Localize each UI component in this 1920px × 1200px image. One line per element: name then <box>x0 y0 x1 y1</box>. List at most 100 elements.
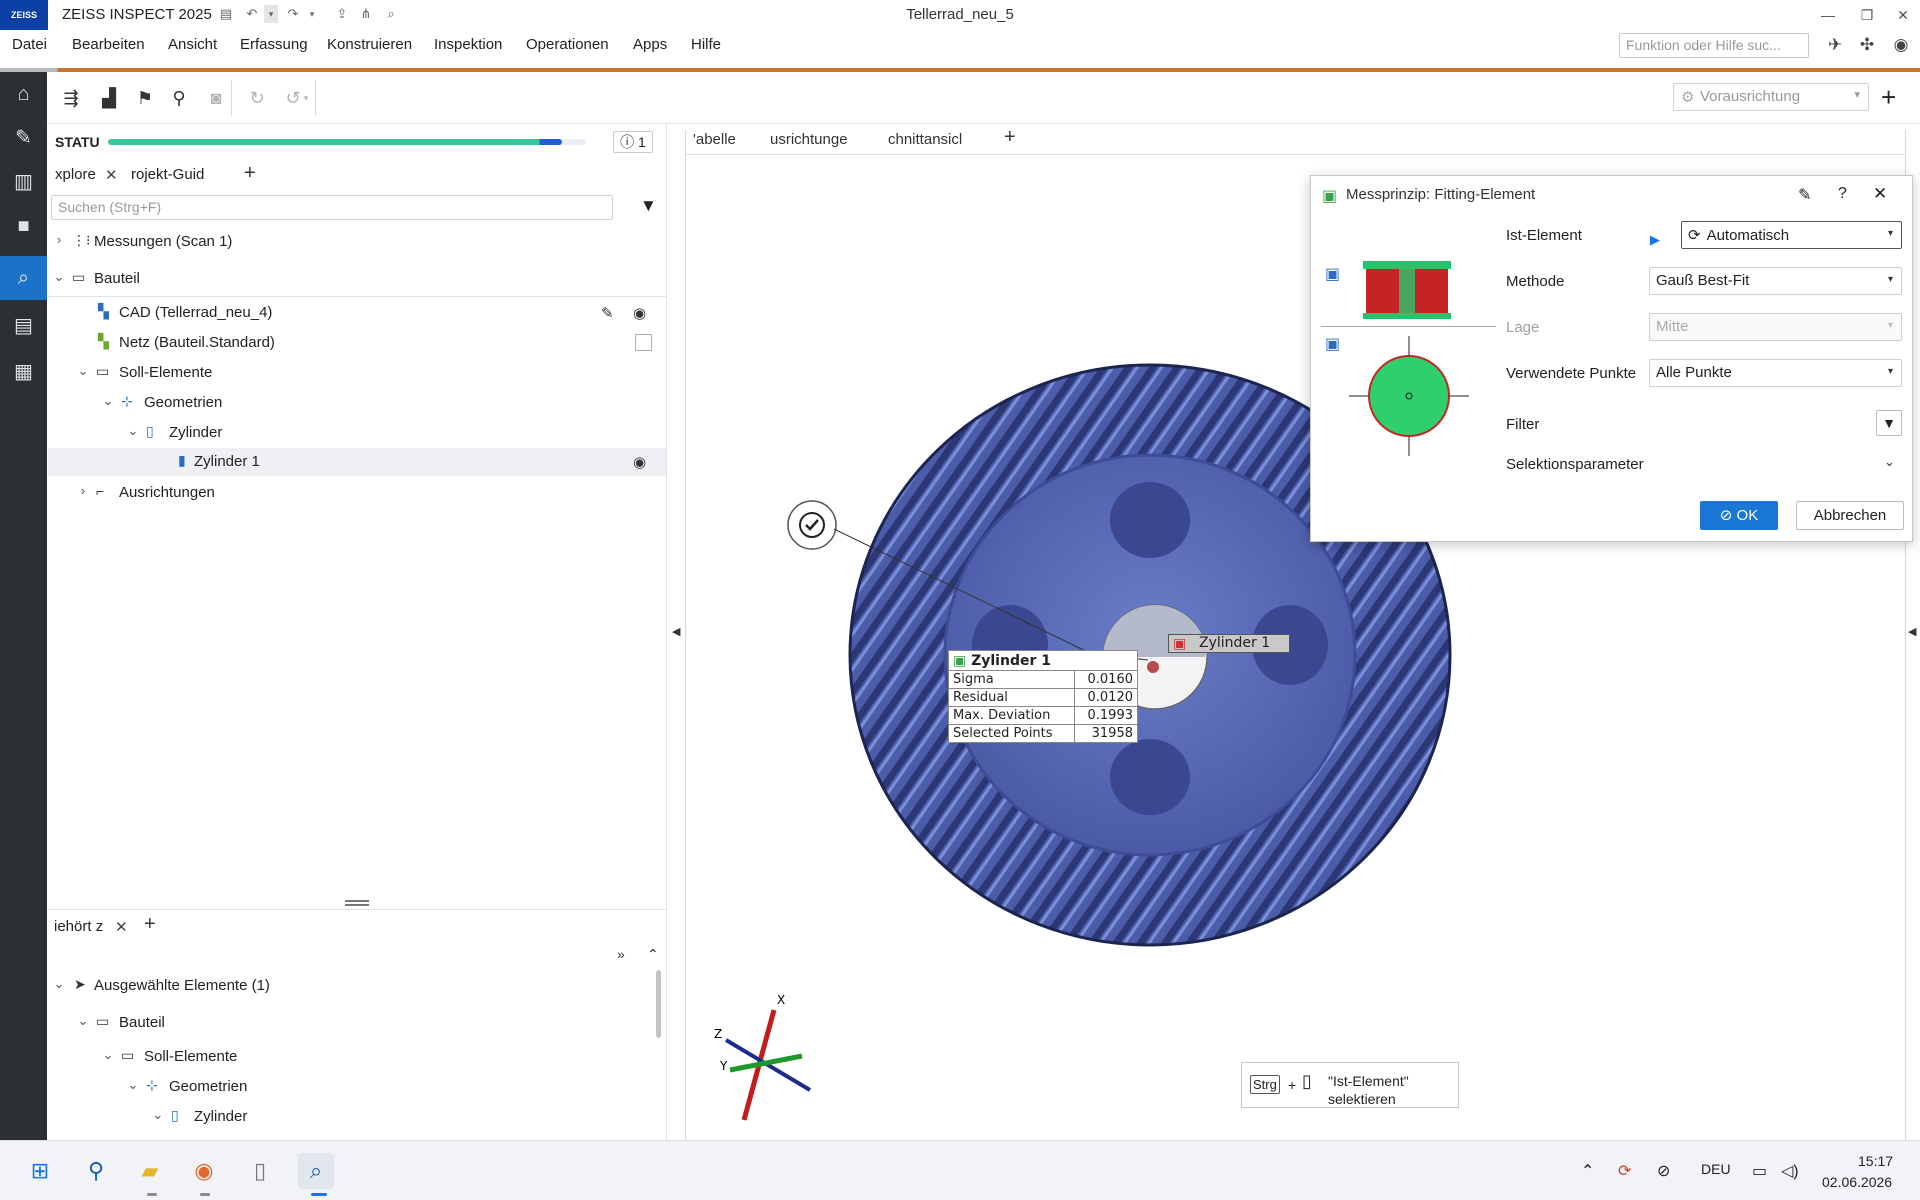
collapse-left-icon[interactable]: ◀ <box>672 625 680 638</box>
restore-icon[interactable]: ❐ <box>1852 4 1882 26</box>
punkte-select[interactable]: Alle Punkte ▾ <box>1649 359 1902 387</box>
menu-inspektion[interactable]: Inspektion <box>434 36 502 53</box>
function-search-input[interactable]: Funktion oder Hilfe suc... <box>1619 33 1809 58</box>
section-tool-icon[interactable]: ⇶ <box>57 85 85 111</box>
alignment-select[interactable]: ⚙ Vorausrichtung ▾ <box>1673 83 1869 111</box>
lower-tree-bauteil[interactable]: ⌄ ▭ Bauteil <box>48 1009 666 1037</box>
snapshot-icon[interactable]: ◙ <box>202 85 230 111</box>
element-tag[interactable]: ▣ Zylinder 1 <box>1168 634 1290 653</box>
collapse-icon[interactable]: ⌄ <box>76 1013 90 1029</box>
display-icon[interactable]: ▭ <box>1752 1161 1767 1181</box>
collapse-all-icon[interactable]: » <box>617 946 625 962</box>
label-tool-icon[interactable]: ⚑ <box>131 85 159 111</box>
sync-icon[interactable]: ⟳ <box>1618 1161 1631 1181</box>
ist-element-select[interactable]: ⟳ Automatisch ▾ <box>1681 221 1902 249</box>
help-button[interactable]: ? <box>1838 185 1847 203</box>
view-cube-icon[interactable]: ▣ <box>1325 334 1340 354</box>
tray-expand-icon[interactable]: ⌃ <box>1581 1161 1594 1181</box>
collapse-icon[interactable]: ⌄ <box>101 393 115 409</box>
rocket-icon[interactable]: ✈ <box>1823 33 1847 57</box>
filter-icon[interactable]: ▼ <box>640 196 657 216</box>
add-view-tab-icon[interactable]: + <box>1004 126 1016 149</box>
tab-section-view[interactable]: chnittansicl <box>888 131 962 148</box>
recompute-icon[interactable]: ↻ <box>243 85 271 111</box>
tree-icon[interactable]: ⋔ <box>357 5 375 23</box>
tab-table[interactable]: 'abelle <box>693 131 736 148</box>
lower-tree-selected[interactable]: ⌄ ➤ Ausgewählte Elemente (1) <box>48 972 666 1000</box>
tree-item-zylinder-1[interactable]: ▮ Zylinder 1 ◉ <box>48 448 666 476</box>
redo-dropdown-icon[interactable]: ▾ <box>305 5 319 23</box>
lower-tree-zylinder[interactable]: ⌄ ▯ Zylinder <box>48 1103 666 1131</box>
user-account-icon[interactable]: ◉ <box>1889 33 1913 57</box>
filter-button[interactable]: ▼ <box>1876 410 1902 436</box>
tab-dependencies[interactable]: iehört z <box>54 918 103 942</box>
view-cube-icon[interactable]: ▣ <box>1325 264 1340 284</box>
close-dialog-icon[interactable]: ✕ <box>1873 184 1887 204</box>
methode-select[interactable]: Gauß Best-Fit ▾ <box>1649 267 1902 295</box>
firefox-icon[interactable]: ◉ <box>186 1153 222 1189</box>
tab-alignments[interactable]: usrichtunge <box>770 131 848 148</box>
search-icon[interactable]: ⚲ <box>78 1153 114 1189</box>
tools-icon[interactable]: ✎ <box>0 116 47 160</box>
measure-icon[interactable]: ▥ <box>0 160 47 204</box>
tree-item-cad[interactable]: ▚ CAD (Tellerrad_neu_4) ✎ ◉ <box>48 299 666 327</box>
document-icon[interactable]: ▯ <box>242 1153 278 1189</box>
expand-icon[interactable]: › <box>52 232 66 247</box>
collapse-icon[interactable]: ⌄ <box>126 423 140 439</box>
expand-all-icon[interactable]: ⌃ <box>647 946 659 963</box>
zeiss-inspect-taskbar-icon[interactable]: ⌕ <box>298 1153 334 1189</box>
network-off-icon[interactable]: ⊘ <box>1657 1161 1670 1181</box>
inspection-icon[interactable]: ⌕ <box>0 256 47 300</box>
undo-icon[interactable]: ↶ <box>243 5 261 23</box>
panel-splitter[interactable] <box>345 900 369 906</box>
apps-grid-icon[interactable]: ▦ <box>0 350 47 394</box>
menu-konstruieren[interactable]: Konstruieren <box>327 36 412 53</box>
redo-icon[interactable]: ↷ <box>284 5 302 23</box>
close-icon[interactable]: ✕ <box>1888 4 1918 26</box>
tree-item-measurements[interactable]: › ⋮⁝ Messungen (Scan 1) <box>48 228 666 256</box>
collapse-icon[interactable]: ⌄ <box>151 1107 165 1123</box>
camera-icon[interactable]: ■ <box>0 204 47 248</box>
collapse-icon[interactable]: ⌄ <box>101 1047 115 1063</box>
add-tab-icon[interactable]: + <box>244 162 256 185</box>
tab-explorer-close-icon[interactable]: ✕ <box>105 166 118 184</box>
lower-panel-scrollbar[interactable] <box>656 970 661 1038</box>
report-icon[interactable]: ▤ <box>0 304 47 348</box>
lower-tree-soll-elemente[interactable]: ⌄ ▭ Soll-Elemente <box>48 1043 666 1071</box>
pin-icon[interactable]: ✎ <box>1798 185 1811 205</box>
file-explorer-icon[interactable]: ▰ <box>132 1153 168 1189</box>
menu-erfassung[interactable]: Erfassung <box>240 36 308 53</box>
tree-item-zylinder-group[interactable]: ⌄ ▯ Zylinder <box>48 419 666 447</box>
save-icon[interactable]: ▤ <box>217 5 235 23</box>
collapse-icon[interactable]: ⌄ <box>76 363 90 379</box>
visibility-checkbox[interactable] <box>635 334 652 351</box>
tree-item-geometrien[interactable]: ⌄ ⊹ Geometrien <box>48 389 666 417</box>
tree-item-soll-elemente[interactable]: ⌄ ▭ Soll-Elemente <box>48 359 666 387</box>
clock-time[interactable]: 15:17 <box>1858 1153 1893 1169</box>
tab-explorer[interactable]: xplore <box>55 166 96 190</box>
add-tab-icon[interactable]: + <box>144 913 156 936</box>
menu-bearbeiten[interactable]: Bearbeiten <box>72 36 145 53</box>
fit-result-table[interactable]: ▣ Zylinder 1 Sigma 0.0160 Residual 0.012… <box>948 650 1139 743</box>
volume-icon[interactable]: ◁) <box>1781 1161 1799 1181</box>
tree-search-input[interactable]: Suchen (Strg+F) <box>51 195 613 220</box>
collapse-icon[interactable]: ⌄ <box>52 269 66 285</box>
visibility-eye-icon[interactable]: ◉ <box>633 304 646 322</box>
keyboard-language[interactable]: DEU <box>1701 1161 1731 1177</box>
minimize-icon[interactable]: — <box>1813 4 1843 26</box>
windows-start-icon[interactable]: ⊞ <box>22 1153 58 1189</box>
find-icon[interactable]: ⌕ <box>382 5 400 23</box>
clock-date[interactable]: 02.06.2026 <box>1822 1174 1892 1190</box>
menu-hilfe[interactable]: Hilfe <box>691 36 721 53</box>
search-tool-icon[interactable]: ⚲ <box>165 85 193 111</box>
cancel-button[interactable]: Abbrechen <box>1796 501 1904 530</box>
collapse-icon[interactable]: ⌄ <box>126 1077 140 1093</box>
edit-pencil-icon[interactable]: ✎ <box>601 304 614 322</box>
collapse-icon[interactable]: ⌄ <box>52 976 66 992</box>
ok-button[interactable]: ⊘ OK <box>1700 501 1778 530</box>
menu-operationen[interactable]: Operationen <box>526 36 609 53</box>
tab-dependencies-close-icon[interactable]: ✕ <box>115 918 128 936</box>
chevron-down-icon[interactable]: ⌄ <box>1884 454 1895 470</box>
tree-item-ausrichtungen[interactable]: › ⌐ Ausrichtungen <box>48 479 666 507</box>
play-arrow-icon[interactable]: ▶ <box>1650 232 1660 248</box>
